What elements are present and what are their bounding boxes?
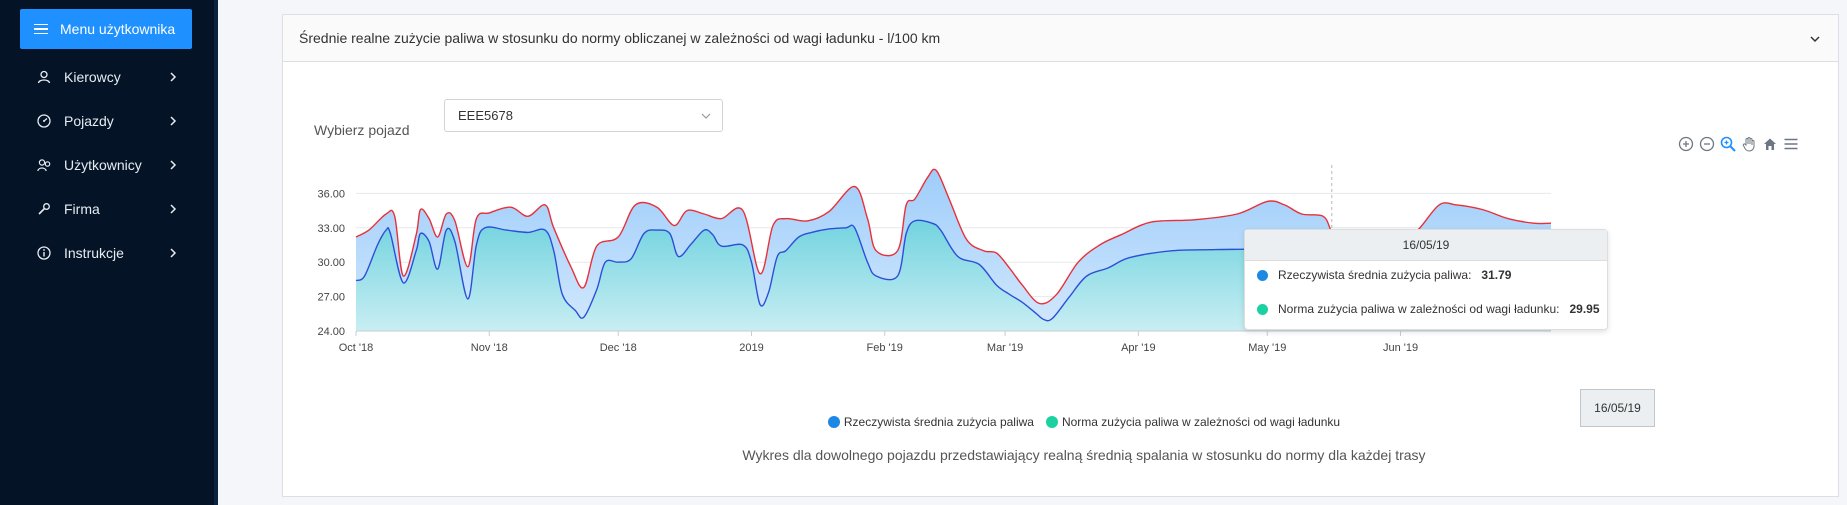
x-tick-label: Oct '18	[339, 342, 374, 354]
chart-panel: Średnie realne zużycie paliwa w stosunku…	[282, 14, 1839, 497]
pan-hand-icon[interactable]	[1740, 135, 1758, 153]
tooltip-row-norm: Norma zużycia paliwa w zależności od wag…	[1257, 302, 1600, 316]
y-tick-label: 39.00	[317, 165, 345, 166]
sidebar-item-label: Użytkownicy	[64, 157, 142, 173]
vehicle-select-label: Wybierz pojazd	[314, 122, 410, 138]
y-tick-label: 27.00	[317, 292, 345, 304]
y-tick-label: 24.00	[317, 326, 345, 338]
x-tick-label: Jun '19	[1383, 342, 1418, 354]
chart-caption: Wykres dla dowolnego pojazdu przedstawia…	[742, 447, 1426, 463]
chevron-down-icon[interactable]	[1808, 32, 1822, 46]
hamburger-icon	[34, 23, 48, 35]
user-menu-label: Menu użytkownika	[60, 21, 176, 37]
sidebar-item-label: Instrukcje	[64, 245, 124, 261]
x-tick-label: Mar '19	[987, 342, 1023, 354]
vehicle-select-value: EEE5678	[458, 108, 513, 123]
menu-icon[interactable]	[1782, 135, 1800, 153]
chevron-right-icon	[170, 72, 177, 82]
main-content: Średnie realne zużycie paliwa w stosunku…	[218, 0, 1847, 505]
sidebar-item-kierowcy[interactable]: Kierowcy	[0, 55, 214, 99]
chart-legend: Rzeczywista średnia zużycia paliwa Norma…	[283, 415, 1838, 429]
vehicle-select[interactable]: EEE5678	[444, 99, 723, 132]
tooltip-row-real: Rzeczywista średnia zużycia paliwa: 31.7…	[1257, 268, 1511, 282]
x-tick-label: May '19	[1248, 342, 1286, 354]
tooltip-date: 16/05/19	[1245, 230, 1607, 261]
panel-header[interactable]: Średnie realne zużycie paliwa w stosunku…	[283, 15, 1838, 62]
sidebar-item-pojazdy[interactable]: Pojazdy	[0, 99, 214, 143]
x-tick-label: Apr '19	[1121, 342, 1156, 354]
gauge-icon	[36, 113, 52, 129]
legend-item-real[interactable]: Rzeczywista średnia zużycia paliwa	[827, 415, 1034, 429]
sidebar-item-firma[interactable]: Firma	[0, 187, 214, 231]
chevron-right-icon	[170, 160, 177, 170]
sidebar-item-label: Kierowcy	[64, 69, 121, 85]
sidebar-item-uzytkownicy[interactable]: Użytkownicy	[0, 143, 214, 187]
tooltip-label: Rzeczywista średnia zużycia paliwa:	[1278, 268, 1472, 282]
x-tick-label: 2019	[739, 342, 763, 354]
wrench-icon	[36, 201, 52, 217]
x-tick-label: Feb '19	[867, 342, 903, 354]
zoom-out-icon[interactable]	[1698, 135, 1716, 153]
legend-dot	[1045, 416, 1058, 428]
sidebar-item-instrukcje[interactable]: Instrukcje	[0, 231, 214, 275]
tooltip-label: Norma zużycia paliwa w zależności od wag…	[1278, 302, 1560, 316]
legend-dot	[1257, 269, 1268, 281]
x-tick-label: Nov '18	[471, 342, 508, 354]
y-tick-label: 33.00	[317, 223, 345, 235]
chevron-down-icon	[701, 113, 711, 119]
chevron-right-icon	[170, 116, 177, 126]
user-menu-button[interactable]: Menu użytkownika	[20, 9, 192, 49]
reset-home-icon[interactable]	[1761, 135, 1779, 153]
legend-label: Rzeczywista średnia zużycia paliwa	[843, 415, 1034, 429]
legend-dot	[1257, 303, 1268, 315]
y-tick-label: 30.00	[317, 257, 345, 269]
chart-toolbar	[1677, 135, 1800, 155]
tooltip-value: 29.95	[1569, 302, 1600, 316]
x-tick-label: Dec '18	[600, 342, 637, 354]
sidebar-item-label: Pojazdy	[64, 113, 114, 129]
sidebar-nav: Kierowcy Pojazdy Użytkownicy Firma Instr…	[0, 55, 214, 275]
info-icon	[36, 245, 52, 261]
y-tick-label: 36.00	[317, 188, 345, 200]
users-icon	[36, 157, 52, 173]
legend-label: Norma zużycia paliwa w zależności od wag…	[1061, 415, 1341, 429]
x-axis: Oct '18 Nov '18 Dec '18 2019 Feb '19 Mar '19 A…	[339, 331, 1418, 354]
zoom-selection-icon[interactable]	[1719, 135, 1737, 153]
legend-dot	[827, 416, 840, 428]
panel-title: Średnie realne zużycie paliwa w stosunku…	[299, 30, 941, 46]
tooltip-value: 31.79	[1481, 268, 1512, 282]
chart-tooltip: 16/05/19 Rzeczywista średnia zużycia pal…	[1244, 229, 1608, 330]
chevron-right-icon	[170, 248, 177, 258]
sidebar-item-label: Firma	[64, 201, 100, 217]
user-icon	[36, 69, 52, 85]
y-axis: 39.00 36.00 33.00 30.00 27.00 24.00	[317, 165, 345, 338]
legend-item-norm[interactable]: Norma zużycia paliwa w zależności od wag…	[1045, 415, 1341, 429]
zoom-in-icon[interactable]	[1677, 135, 1695, 153]
chevron-right-icon	[170, 204, 177, 214]
sidebar: Menu użytkownika Kierowcy Pojazdy Użytko…	[0, 0, 218, 505]
